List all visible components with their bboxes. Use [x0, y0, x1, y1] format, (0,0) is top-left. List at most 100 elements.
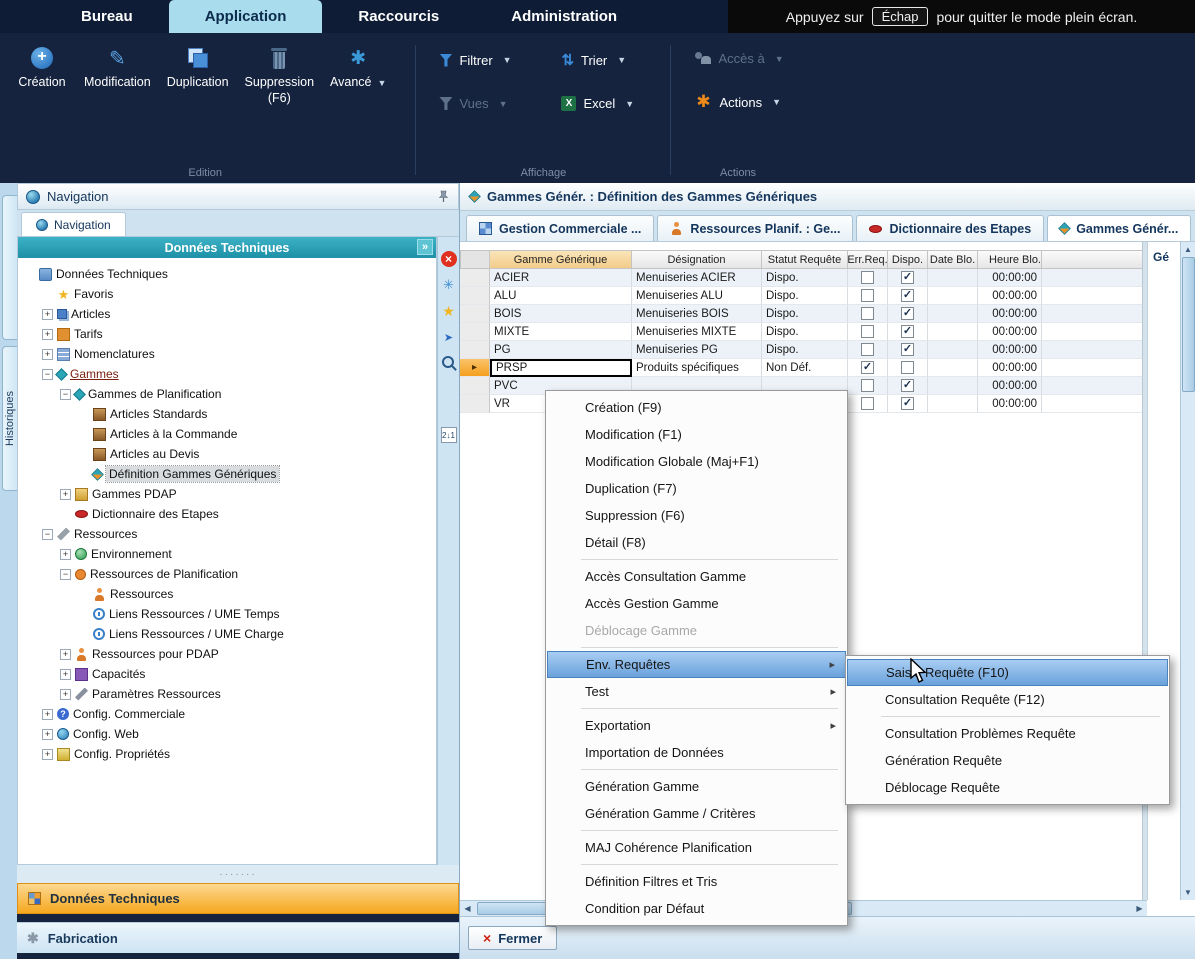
dispo-checkbox[interactable] [901, 307, 914, 320]
expand-toggle[interactable] [42, 529, 53, 540]
cell-dispo[interactable] [888, 305, 928, 323]
expand-toggle[interactable] [42, 369, 53, 380]
dispo-checkbox[interactable] [901, 361, 914, 374]
actions-button[interactable]: Actions▼ [694, 93, 782, 111]
column-header-heure[interactable]: Heure Blo. [978, 250, 1042, 269]
tree-item[interactable]: Liens Ressources / UME Charge [18, 624, 436, 644]
cell-gamme[interactable]: PG [490, 341, 632, 359]
tree-item[interactable]: Config. Commerciale [18, 704, 436, 724]
sidebar-tool-icon[interactable] [441, 251, 457, 267]
tree-item[interactable]: Ressources [18, 524, 436, 544]
submenu-item[interactable]: Saisie Requête (F10) ▸ [847, 659, 1168, 686]
cell-dispo[interactable] [888, 341, 928, 359]
side-panel-tab[interactable] [2, 195, 17, 340]
cell-designation[interactable]: Menuiseries PG [632, 341, 762, 359]
cell-err-req[interactable] [848, 359, 888, 377]
dispo-checkbox[interactable] [901, 397, 914, 410]
suppression-button[interactable]: Suppression(F6) [239, 41, 321, 112]
row-selector[interactable] [460, 305, 490, 323]
document-tab[interactable]: Dictionnaire des Etapes [856, 215, 1044, 241]
expand-toggle[interactable] [60, 649, 71, 660]
column-header-date[interactable]: Date Blo. [928, 250, 978, 269]
tree-item[interactable]: Config. Web [18, 724, 436, 744]
dispo-checkbox[interactable] [901, 343, 914, 356]
cell-statut[interactable]: Dispo. [762, 305, 848, 323]
document-tab[interactable]: Gestion Commerciale ... [466, 215, 654, 241]
cell-gamme[interactable]: BOIS [490, 305, 632, 323]
table-row[interactable]: BOIS Menuiseries BOIS Dispo. 00:00:00 [460, 305, 1142, 323]
expand-toggle[interactable] [42, 729, 53, 740]
row-selector[interactable] [460, 395, 490, 413]
scroll-down-arrow[interactable]: ▼ [1181, 885, 1195, 900]
tree-item[interactable]: Environnement [18, 544, 436, 564]
row-selector[interactable] [460, 269, 490, 287]
context-menu-item[interactable]: ▸ [547, 644, 846, 651]
submenu-item[interactable]: ▸ [847, 713, 1168, 720]
submenu-item[interactable]: Consultation Problèmes Requête ▸ [847, 720, 1168, 747]
vertical-scrollbar[interactable]: ▲ ▼ [1180, 242, 1195, 900]
context-menu-item[interactable]: Génération Gamme ▸ [547, 773, 846, 800]
cell-heure-blo[interactable]: 00:00:00 [978, 359, 1042, 377]
filtrer-button[interactable]: Filtrer▼ [439, 53, 527, 68]
tree-item[interactable]: Liens Ressources / UME Temps [18, 604, 436, 624]
cell-statut[interactable]: Dispo. [762, 341, 848, 359]
row-selector[interactable] [460, 377, 490, 395]
cell-gamme[interactable]: MIXTE [490, 323, 632, 341]
sidebar-section-fabrication[interactable]: Fabrication [17, 922, 459, 953]
expand-toggle[interactable] [42, 709, 53, 720]
tree-item[interactable]: Articles à la Commande [18, 424, 436, 444]
vues-button[interactable]: Vues▼ [439, 96, 527, 111]
tree-item[interactable]: Gammes [18, 364, 436, 384]
sidebar-section-donnees-techniques[interactable]: Données Techniques [17, 883, 459, 914]
sidebar-tool-icon[interactable] [441, 303, 457, 319]
context-menu-item[interactable]: Exportation ▸ [547, 712, 846, 739]
cell-statut[interactable]: Dispo. [762, 269, 848, 287]
submenu-item[interactable]: Consultation Requête (F12) ▸ [847, 686, 1168, 713]
cell-dispo[interactable] [888, 323, 928, 341]
err-req-checkbox[interactable] [861, 379, 874, 392]
context-menu-item[interactable]: Accès Gestion Gamme ▸ [547, 590, 846, 617]
err-req-checkbox[interactable] [861, 271, 874, 284]
side-panel-tab[interactable]: Historiques [2, 346, 17, 491]
tree-item[interactable]: Articles Standards [18, 404, 436, 424]
cell-date-blo[interactable] [928, 305, 978, 323]
cell-statut[interactable]: Dispo. [762, 323, 848, 341]
top-tab[interactable]: Bureau [45, 0, 169, 33]
cell-dispo[interactable] [888, 359, 928, 377]
cell-err-req[interactable] [848, 377, 888, 395]
expand-toggle[interactable] [60, 669, 71, 680]
err-req-checkbox[interactable] [861, 289, 874, 302]
expand-toggle[interactable] [60, 689, 71, 700]
context-menu-item[interactable]: Création (F9) ▸ [547, 394, 846, 421]
collapse-panel-button[interactable]: » [417, 239, 433, 255]
tree-item[interactable]: Capacités [18, 664, 436, 684]
submenu-item[interactable]: Génération Requête ▸ [847, 747, 1168, 774]
tab-navigation[interactable]: Navigation [21, 212, 126, 236]
tree-item[interactable]: Articles [18, 304, 436, 324]
scroll-left-arrow[interactable]: ◀ [460, 901, 475, 916]
column-header-err[interactable]: Err.Req. [848, 250, 888, 269]
cell-designation[interactable]: Menuiseries BOIS [632, 305, 762, 323]
cell-dispo[interactable] [888, 269, 928, 287]
context-menu-item[interactable]: Déblocage Gamme ▸ [547, 617, 846, 644]
err-req-checkbox[interactable] [861, 361, 874, 374]
expand-toggle[interactable] [60, 549, 71, 560]
tree-item[interactable]: Données Techniques [18, 264, 436, 284]
modification-button[interactable]: Modification [78, 41, 157, 97]
context-menu-item[interactable]: Définition Filtres et Tris ▸ [547, 868, 846, 895]
cell-designation[interactable]: Menuiseries MIXTE [632, 323, 762, 341]
cell-err-req[interactable] [848, 341, 888, 359]
context-menu-item[interactable]: Condition par Défaut ▸ [547, 895, 846, 922]
cell-dispo[interactable] [888, 395, 928, 413]
excel-button[interactable]: Excel▼ [561, 96, 649, 111]
cell-statut[interactable]: Dispo. [762, 287, 848, 305]
cell-statut[interactable]: Non Déf. [762, 359, 848, 377]
panel-resize-handle[interactable]: ······· [17, 865, 459, 883]
dispo-checkbox[interactable] [901, 271, 914, 284]
duplication-button[interactable]: Duplication [161, 41, 235, 97]
tree-item[interactable]: Gammes PDAP [18, 484, 436, 504]
cell-heure-blo[interactable]: 00:00:00 [978, 377, 1042, 395]
tree-item[interactable]: Articles au Devis [18, 444, 436, 464]
sidebar-tool-icon[interactable] [441, 277, 457, 293]
cell-gamme[interactable]: ALU [490, 287, 632, 305]
